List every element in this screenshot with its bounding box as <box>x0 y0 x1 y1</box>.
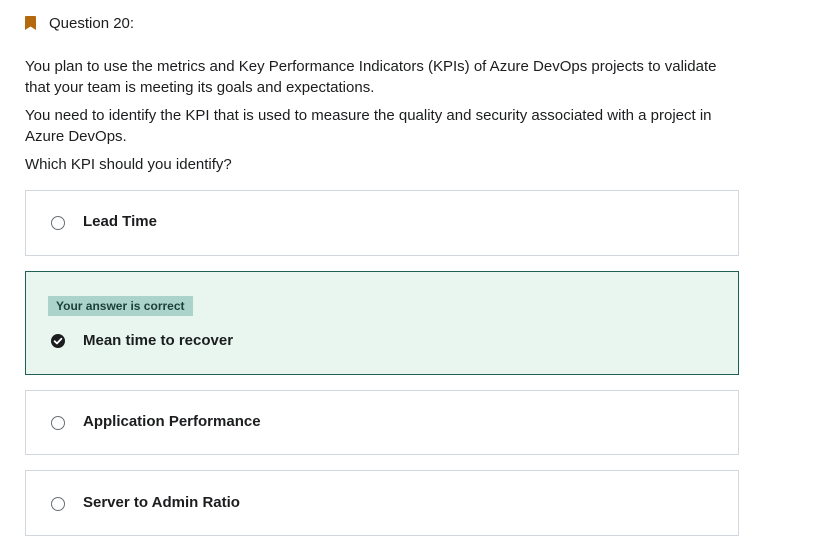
radio-icon[interactable] <box>51 497 65 511</box>
answer-option[interactable]: Lead Time <box>25 190 739 256</box>
question-paragraph: You plan to use the metrics and Key Perf… <box>25 58 717 96</box>
answer-option-correct[interactable]: Your answer is correct Mean time to reco… <box>25 271 739 375</box>
check-circle-icon[interactable] <box>51 334 65 348</box>
answer-option[interactable]: Server to Admin Ratio <box>25 470 739 536</box>
answer-option[interactable]: Application Performance <box>25 390 739 455</box>
answer-option-label: Lead Time <box>83 213 157 230</box>
question-title: Question 20: <box>49 14 135 32</box>
question-prompt: Which KPI should you identify? <box>25 156 232 173</box>
correct-answer-badge: Your answer is correct <box>48 296 193 316</box>
radio-icon[interactable] <box>51 416 65 430</box>
answer-option-label: Application Performance <box>83 413 261 430</box>
answer-option-label: Mean time to recover <box>83 332 234 349</box>
answer-option-label: Server to Admin Ratio <box>83 494 240 511</box>
question-header: Question 20: <box>25 13 134 33</box>
bookmark-icon[interactable] <box>25 16 36 30</box>
radio-icon[interactable] <box>51 216 65 230</box>
question-paragraph: You need to identify the KPI that is use… <box>25 107 712 145</box>
